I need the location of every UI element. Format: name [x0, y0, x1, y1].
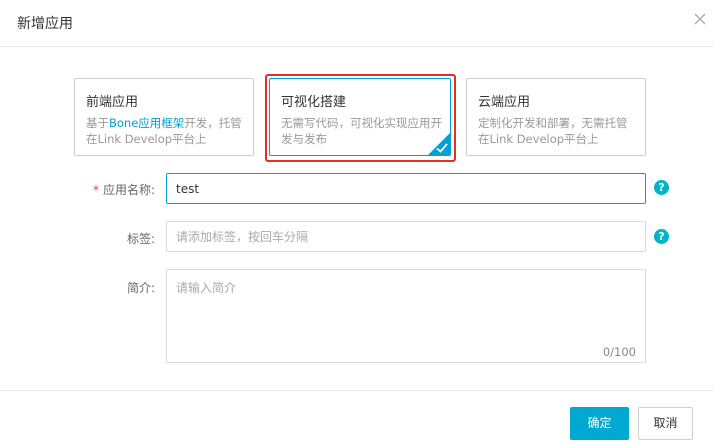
card-cloud-app[interactable]: 云端应用 定制化开发和部署，无需托管在Link Develop平台上 — [466, 78, 646, 156]
char-counter: 0/100 — [602, 345, 636, 359]
card-description: 定制化开发和部署，无需托管在Link Develop平台上 — [478, 116, 628, 146]
tags-input[interactable] — [166, 221, 646, 252]
dialog-header: 新增应用 — [0, 0, 713, 47]
help-icon[interactable]: ? — [654, 180, 669, 195]
dialog-title: 新增应用 — [17, 16, 73, 32]
card-title: 云端应用 — [478, 95, 531, 110]
card-title: 前端应用 — [86, 95, 139, 110]
footer-divider — [0, 390, 713, 391]
tags-label: 标签: — [126, 232, 155, 246]
card-description: 基于Bone应用框架开发，托管在Link Develop平台上 — [86, 116, 242, 146]
intro-label: 简介: — [126, 281, 155, 295]
cancel-button[interactable]: 取消 — [638, 407, 693, 440]
bone-framework-link[interactable]: Bone应用框架 — [109, 116, 184, 130]
card-frontend-app[interactable]: 前端应用 基于Bone应用框架开发，托管在Link Develop平台上 — [74, 78, 254, 156]
app-name-input[interactable] — [166, 173, 646, 204]
close-icon[interactable] — [690, 9, 710, 29]
help-icon[interactable]: ? — [654, 229, 669, 244]
required-mark: * — [92, 183, 99, 197]
confirm-button[interactable]: 确定 — [570, 407, 629, 440]
intro-textarea[interactable] — [166, 269, 646, 363]
selection-highlight-frame — [265, 74, 456, 162]
app-name-label: * 应用名称: — [92, 183, 155, 197]
new-app-dialog: 新增应用 前端应用 基于Bone应用框架开发，托管在Link Develop平台… — [0, 0, 713, 447]
